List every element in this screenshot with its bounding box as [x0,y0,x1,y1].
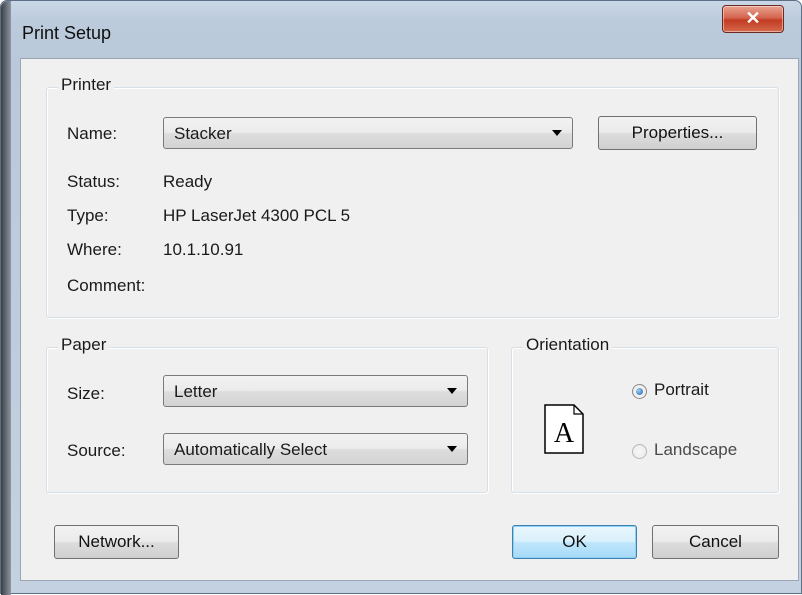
network-button-label: Network... [78,532,155,551]
paper-size-value: Letter [174,382,218,401]
network-button[interactable]: Network... [54,525,179,559]
where-label: Where: [67,240,122,259]
paper-source-label: Source: [67,441,126,460]
properties-button-label: Properties... [631,123,724,142]
portrait-label[interactable]: Portrait [654,380,709,400]
status-label: Status: [67,172,120,191]
page-letter: A [554,418,575,449]
cancel-button[interactable]: Cancel [652,525,779,559]
paper-group-legend: Paper [58,335,110,355]
close-icon: ✕ [745,8,761,28]
chevron-down-icon [552,130,562,136]
landscape-radio[interactable] [632,444,647,459]
dialog-body: Printer Name: Stacker Properties... Stat… [20,58,799,581]
chevron-down-icon [447,446,457,452]
printer-name-label: Name: [67,124,118,143]
properties-button[interactable]: Properties... [598,116,757,150]
paper-source-value: Automatically Select [174,440,328,459]
paper-group: Paper [46,335,488,493]
printer-group-legend: Printer [58,75,115,95]
window-title: Print Setup [22,23,112,43]
portrait-radio[interactable] [632,384,647,399]
type-label: Type: [67,206,109,225]
paper-size-label: Size: [67,384,105,403]
printer-name-value: Stacker [174,124,232,143]
page-portrait-icon: A [544,404,584,454]
printer-name-select[interactable]: Stacker [163,117,573,149]
orientation-group-legend: Orientation [523,335,613,355]
paper-source-select[interactable]: Automatically Select [163,433,468,465]
status-value: Ready [163,172,213,191]
ok-button[interactable]: OK [512,525,637,559]
type-value: HP LaserJet 4300 PCL 5 [163,206,351,225]
landscape-label[interactable]: Landscape [654,440,737,460]
ok-button-label: OK [562,532,587,551]
close-button[interactable]: ✕ [722,5,784,33]
chevron-down-icon [447,388,457,394]
cancel-button-label: Cancel [689,532,742,551]
paper-size-select[interactable]: Letter [163,375,468,407]
print-setup-window: Print Setup ✕ Printer Name: Stacker Prop… [0,0,802,595]
title-bar[interactable]: Print Setup ✕ [1,1,801,59]
comment-label: Comment: [67,276,146,295]
where-value: 10.1.10.91 [163,240,244,259]
